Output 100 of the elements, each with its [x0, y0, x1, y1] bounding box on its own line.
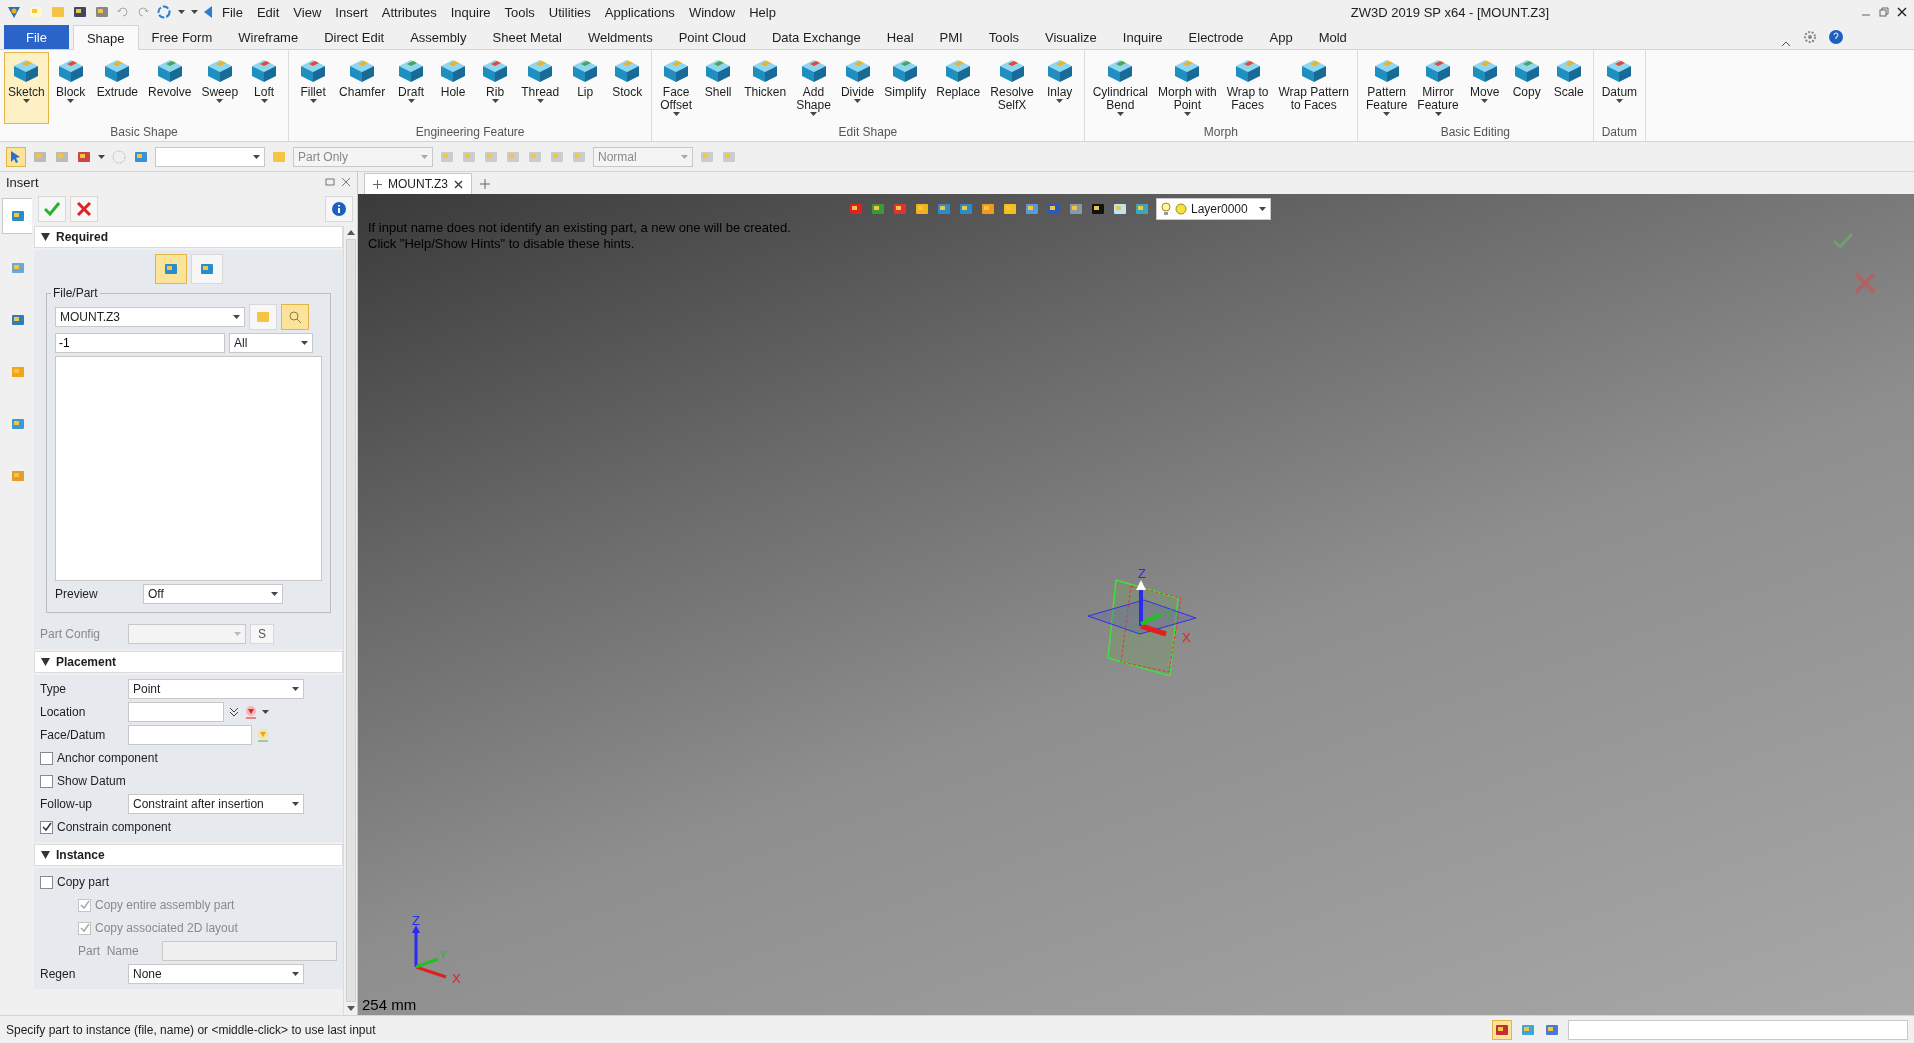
- ribbon-tab[interactable]: Tools: [975, 25, 1033, 49]
- menu-item[interactable]: File: [218, 4, 247, 20]
- ribbon-button[interactable]: Face Offset: [656, 52, 697, 124]
- ribbon-button[interactable]: Scale: [1548, 52, 1589, 124]
- mode-button[interactable]: [154, 254, 187, 284]
- ribbon-button[interactable]: Fillet: [293, 52, 334, 124]
- ribbon-tab[interactable]: Heal: [873, 25, 927, 49]
- ribbon-button[interactable]: Draft: [391, 52, 432, 124]
- config-button[interactable]: S: [250, 624, 274, 644]
- ribbon-button[interactable]: Inlay: [1039, 52, 1080, 124]
- ribbon-button[interactable]: Resolve SelfX: [986, 52, 1038, 124]
- ribbon-button[interactable]: Rib: [475, 52, 516, 124]
- menu-item[interactable]: Insert: [331, 4, 372, 20]
- section-header[interactable]: Instance: [34, 844, 343, 866]
- ribbon-button[interactable]: Thread: [517, 52, 564, 124]
- redo-icon[interactable]: [136, 5, 150, 19]
- ribbon-tab[interactable]: Sheet Metal: [479, 25, 575, 49]
- dropdown[interactable]: MOUNT.Z3: [55, 307, 245, 327]
- checkbox[interactable]: [40, 751, 53, 765]
- menu-item[interactable]: Tools: [500, 4, 539, 20]
- select-button[interactable]: [6, 146, 26, 167]
- ribbon-button[interactable]: Add Shape: [792, 52, 835, 124]
- info-button[interactable]: [325, 196, 353, 222]
- chevron-up-icon[interactable]: [1780, 39, 1792, 49]
- ok-button[interactable]: [38, 196, 66, 222]
- input-field[interactable]: -1: [55, 333, 225, 353]
- ribbon-tab[interactable]: Shape: [72, 25, 139, 50]
- checkbox[interactable]: [40, 875, 53, 889]
- dropdown[interactable]: Constraint after insertion: [128, 794, 304, 814]
- ribbon-tab[interactable]: Direct Edit: [311, 25, 398, 49]
- ribbon-tab[interactable]: PMI: [926, 25, 976, 49]
- scroll-down-icon[interactable]: [346, 1006, 355, 1011]
- ribbon-tab[interactable]: Inquire: [1109, 25, 1176, 49]
- scroll-up-icon[interactable]: [346, 230, 355, 235]
- mode-button[interactable]: [190, 254, 223, 284]
- ribbon-tab[interactable]: File: [4, 25, 69, 49]
- dropdown[interactable]: None: [128, 964, 304, 984]
- ribbon-tab[interactable]: Point Cloud: [665, 25, 759, 49]
- ribbon-button[interactable]: Sweep: [197, 52, 243, 124]
- settings-icon[interactable]: [1802, 29, 1818, 45]
- layer-dropdown[interactable]: Layer0000: [1156, 198, 1271, 220]
- ribbon-button[interactable]: Copy: [1506, 52, 1547, 124]
- ribbon-button[interactable]: Mirror Feature: [1413, 52, 1463, 124]
- ribbon-tab[interactable]: Visualize: [1032, 25, 1110, 49]
- close-icon[interactable]: [454, 179, 463, 189]
- ribbon-tab[interactable]: App: [1256, 25, 1306, 49]
- check-icon[interactable]: [1832, 232, 1854, 250]
- ribbon-button[interactable]: Stock: [607, 52, 648, 124]
- dropdown[interactable]: Off: [143, 584, 283, 604]
- ribbon-button[interactable]: Move: [1464, 52, 1505, 124]
- ribbon-button[interactable]: Morph with Point: [1154, 52, 1221, 124]
- double-chevron-icon[interactable]: [228, 706, 240, 718]
- ribbon-tab[interactable]: Data Exchange: [758, 25, 874, 49]
- viewport[interactable]: If input name does not identify an existing part, a new one will be created. Click "Help/Show Hints" to disable these hints. Layer0000 Z Y X Z Y X 254 mm: [358, 194, 1914, 1015]
- document-tab[interactable]: MOUNT.Z3: [364, 173, 472, 194]
- dropdown[interactable]: [155, 146, 265, 167]
- ribbon-tab[interactable]: Weldments: [574, 25, 666, 49]
- menu-item[interactable]: Utilities: [544, 4, 595, 20]
- ribbon-button[interactable]: Cylindrical Bend: [1088, 52, 1152, 124]
- ribbon-button[interactable]: Divide: [836, 52, 879, 124]
- close-icon[interactable]: [1896, 6, 1908, 18]
- dropdown[interactable]: All: [229, 333, 313, 353]
- ribbon-button[interactable]: Replace: [932, 52, 985, 124]
- ribbon-button[interactable]: Extrude: [92, 52, 143, 124]
- input-field[interactable]: [128, 702, 224, 722]
- help-icon[interactable]: [1828, 29, 1844, 45]
- menu-item[interactable]: Edit: [252, 4, 284, 20]
- ribbon-button[interactable]: Thicken: [740, 52, 791, 124]
- side-tab[interactable]: [2, 198, 32, 234]
- ribbon-button[interactable]: Chamfer: [335, 52, 390, 124]
- section-header[interactable]: Placement: [34, 651, 343, 673]
- refresh-icon[interactable]: [156, 4, 172, 20]
- ribbon-tab[interactable]: Free Form: [138, 25, 226, 49]
- ribbon-button[interactable]: Wrap Pattern to Faces: [1274, 52, 1353, 124]
- ribbon-button[interactable]: Lip: [565, 52, 606, 124]
- ribbon-button[interactable]: Pattern Feature: [1362, 52, 1412, 124]
- checkbox[interactable]: [40, 774, 53, 788]
- checkbox[interactable]: [40, 820, 53, 834]
- restore-icon[interactable]: [325, 177, 335, 187]
- ribbon-button[interactable]: Revolve: [144, 52, 196, 124]
- menu-item[interactable]: Applications: [600, 4, 679, 20]
- arrow-down-icon[interactable]: [256, 728, 270, 742]
- triangle-left-icon[interactable]: [204, 6, 212, 18]
- ribbon-button[interactable]: Hole: [433, 52, 474, 124]
- ribbon-button[interactable]: Sketch: [4, 52, 49, 124]
- dropdown[interactable]: Point: [128, 679, 304, 699]
- ribbon-button[interactable]: Loft: [244, 52, 285, 124]
- app-logo-icon[interactable]: [6, 4, 22, 20]
- menu-item[interactable]: Help: [745, 4, 780, 20]
- section-header[interactable]: Required: [34, 226, 343, 248]
- ribbon-button[interactable]: Wrap to Faces: [1222, 52, 1273, 124]
- restore-icon[interactable]: [1878, 6, 1890, 18]
- ribbon-button[interactable]: Shell: [698, 52, 739, 124]
- ribbon-tab[interactable]: Wireframe: [225, 25, 312, 49]
- menu-item[interactable]: Inquire: [446, 4, 495, 20]
- arrow-down-icon[interactable]: [244, 705, 258, 719]
- ribbon-button[interactable]: Block: [50, 52, 91, 124]
- scrollbar[interactable]: [343, 226, 357, 1015]
- input-field[interactable]: [128, 725, 252, 745]
- menu-item[interactable]: Attributes: [377, 4, 441, 20]
